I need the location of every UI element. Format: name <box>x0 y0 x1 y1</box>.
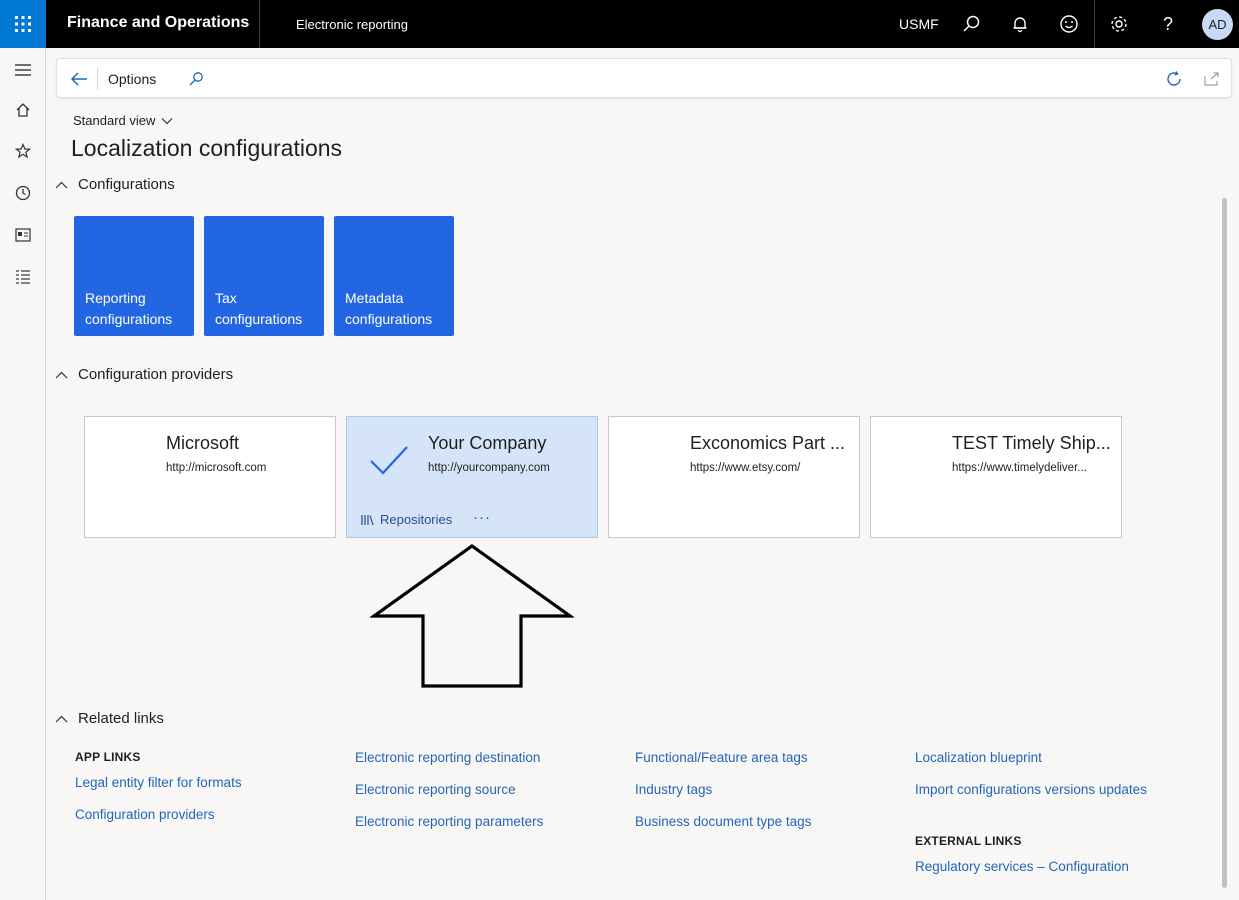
view-selector[interactable]: Standard view <box>73 113 173 128</box>
section-header-configurations[interactable]: Configurations <box>55 176 175 193</box>
tile-label: Tax configurations <box>215 290 303 327</box>
refresh-button[interactable] <box>1162 67 1186 91</box>
tile-label: Reporting configurations <box>85 290 173 327</box>
repositories-button[interactable]: Repositories <box>360 512 452 527</box>
back-button[interactable] <box>67 67 91 91</box>
link-regulatory-services[interactable]: Regulatory services – Configuration <box>915 859 1129 874</box>
link-localization-blueprint[interactable]: Localization blueprint <box>915 750 1042 765</box>
provider-card-microsoft[interactable]: Microsoft http://microsoft.com <box>84 416 336 538</box>
bell-icon <box>1013 17 1027 33</box>
more-options-button[interactable]: ··· <box>473 509 491 526</box>
popout-icon <box>1204 72 1219 86</box>
nav-favorites[interactable] <box>11 139 35 163</box>
link-industry-tags[interactable]: Industry tags <box>635 782 712 797</box>
link-business-document-tags[interactable]: Business document type tags <box>635 814 811 829</box>
action-pane: Options <box>56 58 1232 98</box>
avatar[interactable]: AD <box>1202 9 1233 40</box>
chevron-up-icon <box>55 371 68 378</box>
nav-recent[interactable] <box>11 181 35 205</box>
app-links-heading: APP LINKS <box>75 750 141 764</box>
app-title[interactable]: Finance and Operations <box>67 14 249 32</box>
provider-url: http://yourcompany.com <box>428 462 550 474</box>
link-er-destination[interactable]: Electronic reporting destination <box>355 750 540 765</box>
annotation-arrow-icon <box>370 544 574 688</box>
link-er-parameters[interactable]: Electronic reporting parameters <box>355 814 543 829</box>
refresh-icon <box>1167 71 1181 86</box>
section-title: Configuration providers <box>78 366 234 383</box>
provider-card-your-company[interactable]: Your Company http://yourcompany.com Repo… <box>346 416 598 538</box>
question-icon: ? <box>1162 13 1173 34</box>
provider-card-test-timely[interactable]: TEST Timely Ship... https://www.timelyde… <box>870 416 1122 538</box>
module-title: Electronic reporting <box>296 17 408 32</box>
app-launcher-button[interactable] <box>0 0 46 48</box>
settings-button[interactable] <box>1107 12 1131 36</box>
tile-tax-configurations[interactable]: Tax configurations <box>204 216 324 336</box>
provider-name: Exconomics Part ... <box>690 433 846 453</box>
provider-url: http://microsoft.com <box>166 462 267 474</box>
library-icon <box>361 514 374 525</box>
provider-url: https://www.etsy.com/ <box>690 462 801 474</box>
feedback-button[interactable] <box>1057 12 1081 36</box>
link-legal-entity-filter[interactable]: Legal entity filter for formats <box>75 775 242 790</box>
section-header-related-links[interactable]: Related links <box>55 710 164 727</box>
tile-metadata-configurations[interactable]: Metadata configurations <box>334 216 454 336</box>
list-icon <box>16 270 30 284</box>
notifications-button[interactable] <box>1008 12 1032 36</box>
chevron-up-icon <box>55 181 68 188</box>
chevron-up-icon <box>55 715 68 722</box>
left-navigation <box>0 48 46 900</box>
tile-label: Metadata configurations <box>345 290 433 327</box>
nav-modules[interactable] <box>11 265 35 289</box>
clock-icon <box>15 185 31 201</box>
chevron-down-icon <box>161 117 173 124</box>
search-icon <box>189 72 203 86</box>
section-title: Related links <box>78 710 164 727</box>
section-title: Configurations <box>78 176 175 193</box>
action-search-button[interactable] <box>184 67 208 91</box>
arrow-left-icon <box>70 72 87 86</box>
open-in-new-window-button[interactable] <box>1200 67 1224 91</box>
search-button[interactable] <box>959 12 983 36</box>
star-icon <box>15 143 31 159</box>
gear-icon <box>1111 16 1127 32</box>
provider-url: https://www.timelydeliver... <box>952 462 1087 474</box>
help-button[interactable]: ? <box>1156 12 1180 36</box>
divider <box>259 0 260 48</box>
link-import-config-updates[interactable]: Import configurations versions updates <box>915 782 1147 797</box>
divider <box>97 68 98 90</box>
provider-name: Microsoft <box>166 433 240 453</box>
divider <box>1094 0 1095 48</box>
search-icon <box>963 15 980 32</box>
external-links-heading: EXTERNAL LINKS <box>915 834 1022 848</box>
tile-reporting-configurations[interactable]: Reporting configurations <box>74 216 194 336</box>
nav-workspaces[interactable] <box>11 223 35 247</box>
nav-home[interactable] <box>11 98 35 122</box>
company-picker[interactable]: USMF <box>899 16 939 32</box>
home-icon <box>16 103 30 117</box>
hamburger-icon <box>15 64 31 76</box>
provider-name: TEST Timely Ship... <box>952 433 1111 453</box>
provider-name: Your Company <box>428 433 547 453</box>
view-selector-label: Standard view <box>73 113 156 128</box>
options-tab[interactable]: Options <box>108 71 156 87</box>
section-header-configuration-providers[interactable]: Configuration providers <box>55 366 233 383</box>
top-bar: Finance and Operations Electronic report… <box>0 0 1239 48</box>
hamburger-menu-button[interactable] <box>11 58 35 82</box>
smiley-icon <box>1060 15 1078 33</box>
workspace-icon <box>15 228 31 242</box>
link-er-source[interactable]: Electronic reporting source <box>355 782 516 797</box>
repositories-label: Repositories <box>380 512 453 527</box>
waffle-icon <box>15 16 31 32</box>
checkmark-icon <box>370 446 408 475</box>
link-functional-area-tags[interactable]: Functional/Feature area tags <box>635 750 808 765</box>
page-title: Localization configurations <box>71 135 343 161</box>
related-links-column-1: APP LINKS Legal entity filter for format… <box>75 750 242 822</box>
provider-card-exconomics[interactable]: Exconomics Part ... https://www.etsy.com… <box>608 416 860 538</box>
link-configuration-providers[interactable]: Configuration providers <box>75 807 215 822</box>
vertical-scrollbar[interactable] <box>1222 198 1227 888</box>
